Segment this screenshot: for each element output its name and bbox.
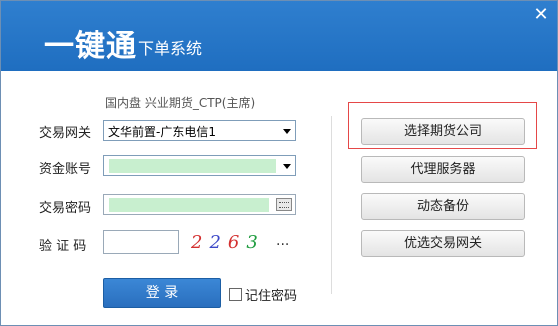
gateway-label: 交易网关 [39, 126, 92, 141]
captcha-digit: 3 [246, 232, 265, 253]
captcha-refresh-link[interactable]: ... [276, 233, 289, 249]
select-company-button[interactable]: 选择期货公司 [361, 118, 525, 145]
app-title: 一键通 [44, 29, 137, 64]
checkbox-icon[interactable] [229, 288, 242, 301]
gateway-select[interactable]: 文华前置-广东电信1 [103, 120, 296, 141]
title-bar: 一键通 下单系统 ✕ [1, 1, 557, 71]
chevron-down-icon [283, 129, 291, 134]
password-label: 交易密码 [39, 201, 92, 216]
password-autofill-highlight [109, 198, 269, 212]
vertical-divider [331, 116, 332, 294]
app-subtitle: 下单系统 [138, 39, 203, 58]
proxy-server-button[interactable]: 代理服务器 [361, 156, 525, 183]
password-field[interactable] [103, 194, 296, 215]
market-broker-label: 国内盘 兴业期货_CTP(主席) [105, 96, 256, 110]
login-window: 一键通 下单系统 ✕ 国内盘 兴业期货_CTP(主席) 交易网关 文华前置-广东… [0, 0, 558, 326]
captcha-digit: 6 [227, 232, 247, 253]
chevron-down-icon [283, 164, 291, 169]
account-label: 资金账号 [39, 162, 92, 177]
captcha-digit: 2 [209, 232, 228, 253]
login-button[interactable]: 登 录 [103, 278, 221, 308]
account-autofill-highlight [109, 159, 276, 173]
captcha-label: 验 证 码 [39, 239, 87, 254]
login-form: 国内盘 兴业期货_CTP(主席) 交易网关 文华前置-广东电信1 资金账号 交易… [1, 71, 557, 325]
captcha-digit: 2 [191, 232, 210, 253]
keyboard-icon[interactable] [276, 198, 292, 211]
account-select[interactable] [103, 155, 296, 176]
remember-password-checkbox[interactable]: 记住密码 [229, 285, 297, 304]
preferred-gateway-button[interactable]: 优选交易网关 [361, 230, 525, 257]
dynamic-backup-button[interactable]: 动态备份 [361, 193, 525, 220]
gateway-selected-value: 文华前置-广东电信1 [108, 125, 216, 139]
captcha-image[interactable]: 2263 [191, 232, 265, 253]
captcha-input[interactable] [103, 230, 179, 254]
remember-password-label: 记住密码 [245, 289, 298, 304]
close-icon[interactable]: ✕ [531, 5, 551, 25]
